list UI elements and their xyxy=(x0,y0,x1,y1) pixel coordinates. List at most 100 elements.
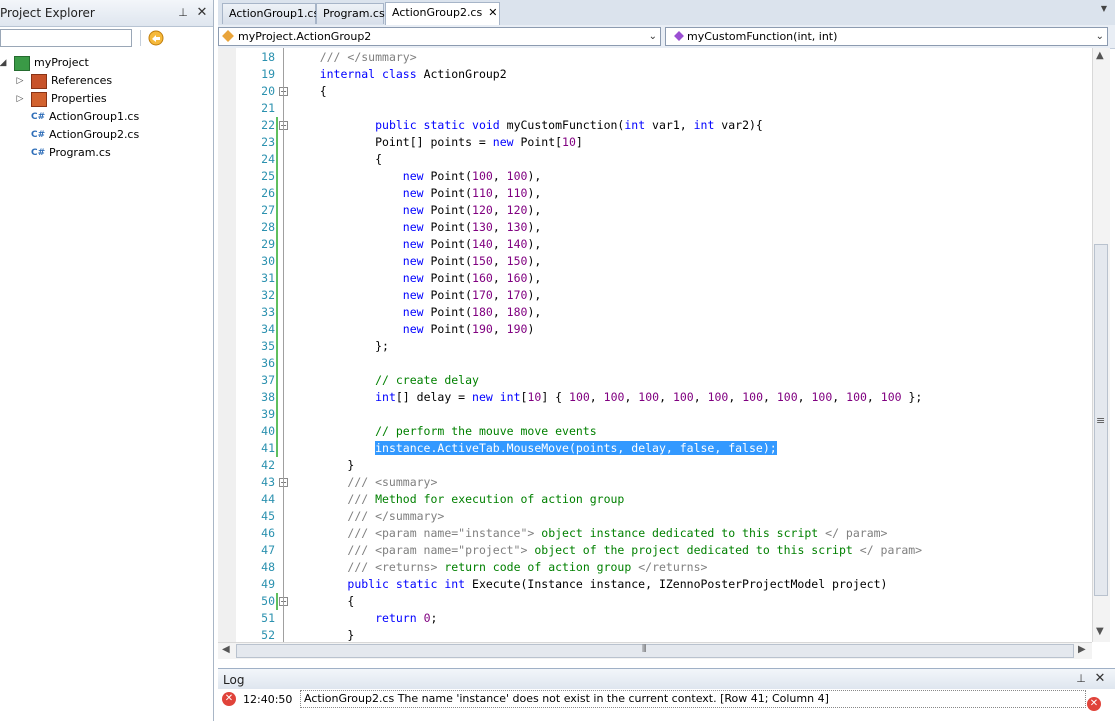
chevron-down-icon[interactable]: ◢ xyxy=(0,54,8,72)
code-text: new Point(120, 120), xyxy=(402,203,542,217)
code-line[interactable]: 46 /// <param name="instance"> object in… xyxy=(218,525,1092,542)
code-line[interactable]: 45 /// </summary> xyxy=(218,508,1092,525)
close-icon[interactable]: ✕ xyxy=(195,6,209,20)
pin-icon[interactable]: ⊥ xyxy=(176,6,190,20)
code-line[interactable]: 48 /// <returns> return code of action g… xyxy=(218,559,1092,576)
code-line[interactable]: 21 xyxy=(218,100,1092,117)
line-number: 25 xyxy=(261,169,275,183)
code-line[interactable]: 33 new Point(180, 180), xyxy=(218,304,1092,321)
line-number: 50 xyxy=(261,594,275,608)
code-line[interactable]: 35 }; xyxy=(218,338,1092,355)
code-text: instance.ActiveTab.MouseMove(points, del… xyxy=(375,441,777,455)
code-line[interactable]: 24 { xyxy=(218,151,1092,168)
code-line[interactable]: 39 xyxy=(218,406,1092,423)
tab-program[interactable]: Program.cs xyxy=(316,3,385,24)
code-text: { xyxy=(292,84,327,98)
code-line[interactable]: 44 /// Method for execution of action gr… xyxy=(218,491,1092,508)
close-icon[interactable]: ✕ xyxy=(1093,672,1107,686)
code-line[interactable]: 23 Point[] points = new Point[10] xyxy=(218,134,1092,151)
scroll-right-icon[interactable]: ▶ xyxy=(1078,644,1086,655)
error-icon: ✕ xyxy=(222,692,236,706)
code-text: new Point(170, 170), xyxy=(402,288,542,302)
code-line[interactable]: 37 // create delay xyxy=(218,372,1092,389)
code-line[interactable]: 20 { xyxy=(218,83,1092,100)
code-text: internal class ActionGroup2 xyxy=(319,67,507,81)
line-number: 46 xyxy=(261,526,275,540)
code-line[interactable]: 40 // perform the mouve move events xyxy=(218,423,1092,440)
line-number: 22 xyxy=(261,118,275,132)
tree-item-file[interactable]: C# ActionGroup1.cs xyxy=(31,108,139,126)
csharp-file-icon: C# xyxy=(31,147,46,158)
scroll-up-icon[interactable]: ▲ xyxy=(1096,50,1104,61)
scroll-down-icon[interactable]: ▼ xyxy=(1096,626,1104,637)
tab-actiongroup2[interactable]: ActionGroup2.cs ✕ xyxy=(385,2,500,25)
code-line[interactable]: 28 new Point(130, 130), xyxy=(218,219,1092,236)
code-line[interactable]: 19 internal class ActionGroup2 xyxy=(218,66,1092,83)
chevron-down-icon[interactable]: ▼ xyxy=(1101,4,1107,13)
code-text: new Point(160, 160), xyxy=(402,271,542,285)
refresh-button[interactable] xyxy=(145,28,167,48)
code-line[interactable]: 27 new Point(120, 120), xyxy=(218,202,1092,219)
line-number: 29 xyxy=(261,237,275,251)
scroll-left-icon[interactable]: ◀ xyxy=(222,644,230,655)
tree-item-file[interactable]: C# Program.cs xyxy=(31,144,111,162)
chevron-right-icon[interactable]: ▷ xyxy=(15,72,25,90)
explorer-search-input[interactable] xyxy=(0,29,132,47)
code-text: /// <param name="project"> object of the… xyxy=(347,543,923,557)
code-text: new Point(140, 140), xyxy=(402,237,542,251)
line-number: 21 xyxy=(261,101,275,115)
log-panel: Log ⊥ ✕ ✕ 12:40:50 ActionGroup2.cs The n… xyxy=(218,668,1115,722)
code-line[interactable]: 29 new Point(140, 140), xyxy=(218,236,1092,253)
log-time: 12:40:50 xyxy=(243,693,293,706)
horizontal-scroll-thumb[interactable] xyxy=(236,644,1074,658)
code-editor[interactable]: 18 /// </summary> 19 internal class Actio… xyxy=(218,48,1092,642)
code-line[interactable]: 49 public static int Execute(Instance in… xyxy=(218,576,1092,593)
line-number: 34 xyxy=(261,322,275,336)
log-message[interactable]: ActionGroup2.cs The name 'instance' does… xyxy=(300,690,1086,708)
code-line[interactable]: 52 } xyxy=(218,627,1092,642)
code-line[interactable]: 32 new Point(170, 170), xyxy=(218,287,1092,304)
code-line[interactable]: 42 } xyxy=(218,457,1092,474)
code-line[interactable]: 51 return 0; xyxy=(218,610,1092,627)
code-text: Point[] points = new Point[10] xyxy=(292,135,583,149)
log-header: Log ⊥ ✕ xyxy=(218,669,1115,689)
pin-icon[interactable]: ⊥ xyxy=(1074,672,1088,686)
tree-item-file[interactable]: C# ActionGroup2.cs xyxy=(31,126,139,144)
code-text: { xyxy=(292,594,355,608)
code-text: new Point(130, 130), xyxy=(402,220,542,234)
chevron-right-icon[interactable]: ▷ xyxy=(15,90,25,108)
vertical-scrollbar[interactable]: ▲ ≡ ▼ xyxy=(1092,48,1110,642)
code-text: /// <param name="instance"> object insta… xyxy=(347,526,888,540)
close-icon[interactable]: ✕ xyxy=(488,3,497,23)
code-line[interactable]: 41 instance.ActiveTab.MouseMove(points, … xyxy=(218,440,1092,457)
code-line[interactable]: 25 new Point(100, 100), xyxy=(218,168,1092,185)
code-line[interactable]: 47 /// <param name="project"> object of … xyxy=(218,542,1092,559)
code-text: /// </summary> xyxy=(319,50,417,64)
class-icon xyxy=(222,30,234,42)
fold-guide xyxy=(283,48,284,642)
tree-item-label: Properties xyxy=(51,92,107,105)
code-text: /// </summary> xyxy=(347,509,445,523)
chevron-down-icon: ⌄ xyxy=(1095,31,1104,42)
tab-label: Program.cs xyxy=(323,7,385,20)
horizontal-scrollbar[interactable]: ◀ ⦀ ▶ xyxy=(218,642,1092,659)
code-line[interactable]: 50 { xyxy=(218,593,1092,610)
code-line[interactable]: 30 new Point(150, 150), xyxy=(218,253,1092,270)
class-select[interactable]: myProject.ActionGroup2 ⌄ xyxy=(218,27,661,46)
code-line[interactable]: 26 new Point(110, 110), xyxy=(218,185,1092,202)
line-number: 30 xyxy=(261,254,275,268)
method-icon xyxy=(674,31,684,41)
code-line[interactable]: 36 xyxy=(218,355,1092,372)
line-number: 19 xyxy=(261,67,275,81)
code-text: new Point(150, 150), xyxy=(402,254,542,268)
tab-actiongroup1[interactable]: ActionGroup1.cs xyxy=(222,3,319,24)
member-select[interactable]: myCustomFunction(int, int) ⌄ xyxy=(665,27,1108,46)
code-line[interactable]: 31 new Point(160, 160), xyxy=(218,270,1092,287)
code-line[interactable]: 18 /// </summary> xyxy=(218,49,1092,66)
code-line[interactable]: 34 new Point(190, 190) xyxy=(218,321,1092,338)
tab-label: ActionGroup2.cs xyxy=(392,6,483,19)
code-line[interactable]: 22 public static void myCustomFunction(i… xyxy=(218,117,1092,134)
code-line[interactable]: 38 int[] delay = new int[10] { 100, 100,… xyxy=(218,389,1092,406)
tree-item-label: myProject xyxy=(34,56,89,69)
code-line[interactable]: 43 /// <summary> xyxy=(218,474,1092,491)
